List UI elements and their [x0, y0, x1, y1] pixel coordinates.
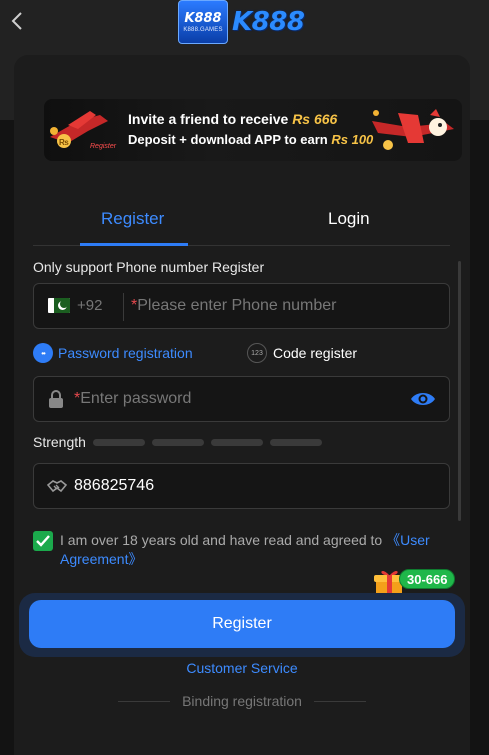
password-placeholder[interactable]: *Enter password [74, 390, 191, 408]
password-field[interactable]: *Enter password [33, 376, 450, 422]
scrollbar[interactable] [458, 261, 461, 521]
register-panel: ₨ Register Invite a friend to receive Rs… [14, 55, 470, 755]
promo-banner[interactable]: ₨ Register Invite a friend to receive Rs… [44, 99, 462, 161]
banner-line1-amount: Rs 666 [292, 111, 338, 127]
field-divider [123, 293, 124, 321]
country-code[interactable]: +92 [77, 297, 102, 314]
banner-register-tag: Register [90, 143, 117, 150]
agreement-statement: I am over 18 years old and have read and… [60, 532, 387, 548]
agreement-text: I am over 18 years old and have read and… [60, 531, 450, 569]
password-strength: Strength [33, 434, 329, 450]
banner-line2: Deposit + download APP to earn Rs 100 [128, 132, 373, 147]
svg-text:₨: ₨ [59, 138, 69, 147]
logo-text: K888 [232, 7, 305, 37]
registration-mode-row: •• Password registration 123 Code regist… [33, 343, 450, 363]
lock-icon [49, 390, 63, 408]
chevron-left-icon [11, 12, 22, 30]
password-registration-label: Password registration [58, 345, 193, 361]
tab-login[interactable]: Login [328, 209, 370, 229]
strength-bars [92, 438, 329, 446]
password-registration-option[interactable]: •• Password registration [33, 343, 193, 363]
phone-placeholder[interactable]: *Please enter Phone number [131, 297, 336, 315]
divider-line [313, 700, 367, 702]
tab-active-indicator [80, 243, 188, 246]
password-dots-icon: •• [33, 343, 53, 363]
binding-registration-label: Binding registration [182, 693, 302, 709]
phone-placeholder-text: Please enter Phone number [137, 297, 337, 314]
phone-only-note: Only support Phone number Register [33, 259, 265, 275]
handshake-icon [47, 480, 67, 493]
code-register-label: Code register [273, 345, 358, 361]
logo-badge-text: K888 [184, 11, 222, 26]
register-button[interactable]: Register [29, 600, 455, 648]
checkmark-icon [36, 535, 50, 547]
header: K888 K888.GAMES K888 [0, 0, 489, 44]
strength-bar [151, 438, 204, 446]
banner-line2-text: Deposit + download APP to earn [128, 132, 328, 147]
strength-bar [269, 438, 322, 446]
customer-service-link[interactable]: Customer Service [14, 660, 470, 676]
invite-code-value[interactable]: 886825746 [74, 477, 154, 495]
invite-code-field[interactable]: 886825746 [33, 463, 450, 509]
logo-badge: K888 K888.GAMES [178, 0, 228, 44]
phone-field[interactable]: +92 *Please enter Phone number [33, 283, 450, 329]
logo-badge-subtext: K888.GAMES [183, 27, 223, 33]
auth-tabs: Register Login [33, 201, 450, 246]
strength-bar [210, 438, 263, 446]
logo: K888 K888.GAMES K888 [178, 0, 305, 44]
banner-line1: Invite a friend to receive Rs 666 [128, 111, 337, 127]
eye-icon[interactable] [410, 390, 436, 408]
plane-right-illustration [372, 109, 454, 150]
banner-line1-text: Invite a friend to receive [128, 111, 289, 127]
code-123-icon: 123 [247, 343, 267, 363]
divider-line [118, 700, 171, 702]
code-register-option[interactable]: 123 Code register [247, 343, 357, 363]
gift-reward-badge[interactable]: 30-666 [399, 569, 456, 589]
password-placeholder-text: Enter password [80, 390, 192, 407]
register-button-wrapper: Register [19, 593, 465, 657]
banner-line2-amount: Rs 100 [331, 132, 374, 147]
back-button[interactable] [6, 8, 28, 34]
strength-label: Strength [33, 434, 86, 450]
agreement-checkbox[interactable] [33, 531, 53, 551]
tab-register[interactable]: Register [101, 209, 164, 229]
strength-bar [92, 438, 145, 446]
binding-registration-divider: Binding registration [118, 693, 367, 709]
pakistan-flag-icon[interactable] [48, 298, 70, 313]
